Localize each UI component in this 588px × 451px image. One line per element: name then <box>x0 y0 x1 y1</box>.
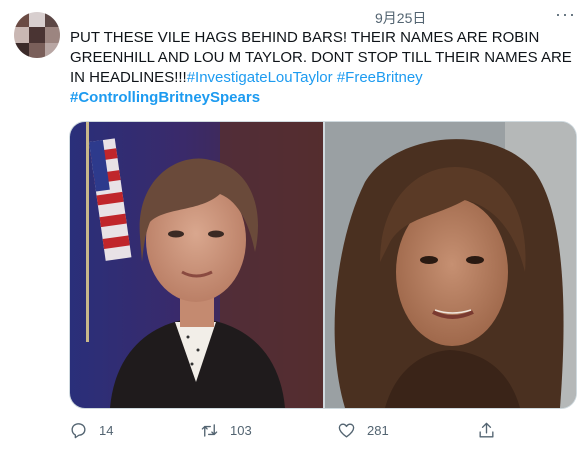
tweet-date[interactable]: 9月25日 <box>375 8 426 28</box>
reply-count: 14 <box>99 422 114 438</box>
share-icon <box>479 422 494 438</box>
tweet-text: PUT THESE VILE HAGS BEHIND BARS! THEIR N… <box>70 28 580 108</box>
hashtag-link[interactable]: #ControllingBritneySpears <box>70 89 260 106</box>
more-icon[interactable]: ··· <box>555 4 576 25</box>
photo-right[interactable] <box>325 122 576 408</box>
hashtag-link[interactable]: #FreeBritney <box>337 69 423 86</box>
reply-button[interactable]: 14 <box>69 421 113 440</box>
share-button[interactable] <box>477 421 496 440</box>
retweet-icon <box>201 423 218 437</box>
tweet-actions: 14 103 281 <box>69 420 494 440</box>
avatar[interactable] <box>14 12 60 58</box>
hashtag-link[interactable]: #InvestigateLouTaylor <box>187 69 333 86</box>
reply-icon <box>71 422 86 438</box>
like-icon <box>338 422 355 438</box>
retweet-button[interactable]: 103 <box>200 421 252 440</box>
like-count: 281 <box>367 422 389 438</box>
tweet-media <box>69 121 577 409</box>
photo-left[interactable] <box>70 122 323 408</box>
like-button[interactable]: 281 <box>337 421 389 440</box>
retweet-count: 103 <box>230 422 252 438</box>
